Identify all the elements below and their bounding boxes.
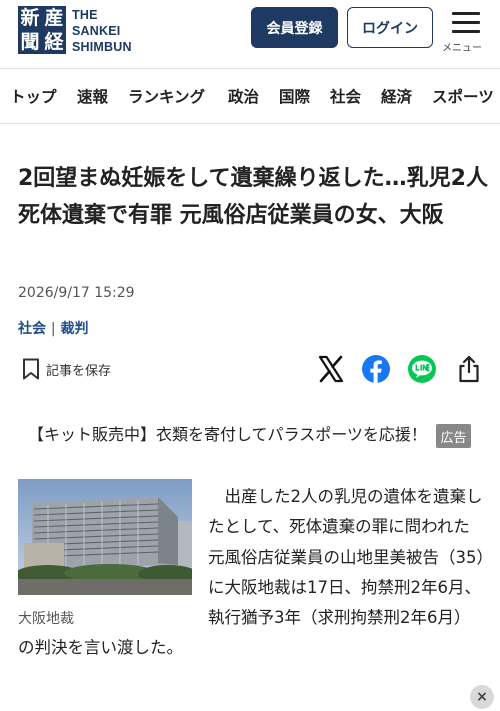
article-categories: 社会 | 裁判 xyxy=(18,318,88,338)
share-facebook-button[interactable] xyxy=(361,354,391,384)
close-ad-button[interactable]: × xyxy=(470,685,494,709)
member-register-button[interactable]: 会員登録 xyxy=(251,7,338,48)
logo-char: 産 xyxy=(44,7,64,29)
nav-item-politics[interactable]: 政治 xyxy=(228,85,259,107)
logo-char: 経 xyxy=(44,31,64,53)
share-generic-button[interactable] xyxy=(454,354,484,384)
category-separator: | xyxy=(50,321,56,337)
article-body: 出産した2人の乳児の遺体を遺棄したとして、死体遺棄の罪に問われた元風俗店従業員の… xyxy=(18,482,486,664)
photo-spacer xyxy=(18,482,208,632)
save-article-label: 記事を保存 xyxy=(46,363,112,379)
hamburger-icon xyxy=(452,12,480,34)
site-header: 新 産 聞 経 THE SANKEI SHIMBUN 会員登録 ログイン メニュ… xyxy=(0,0,500,62)
nav-item-ranking[interactable]: ランキング xyxy=(128,85,205,107)
category-link-court[interactable]: 裁判 xyxy=(60,321,88,337)
x-icon xyxy=(318,355,344,383)
nav-item-society[interactable]: 社会 xyxy=(330,85,361,107)
save-article-button[interactable]: 記事を保存 xyxy=(22,356,111,382)
menu-button[interactable]: メニュー xyxy=(442,8,490,56)
logo-wordmark[interactable]: THE SANKEI SHIMBUN xyxy=(72,7,132,55)
nav-item-top[interactable]: トップ xyxy=(10,85,57,107)
sponsored-link[interactable]: 【キット販売中】衣類を寄付してパラスポーツを応援！ xyxy=(28,422,438,448)
article-title: 2回望まぬ妊娠をして遺棄繰り返した…乳児2人死体遺棄で有罪 元風俗店従業員の女、… xyxy=(18,166,488,228)
share-icon xyxy=(459,355,479,383)
logo-line: SHIMBUN xyxy=(72,40,132,54)
login-button[interactable]: ログイン xyxy=(347,7,433,48)
bookmark-icon xyxy=(23,358,39,380)
nav-item-economy[interactable]: 経済 xyxy=(381,85,412,107)
share-x-button[interactable] xyxy=(316,354,346,384)
facebook-icon xyxy=(362,355,390,383)
category-nav: トップ 速報 ランキング 政治 国際 社会 経済 スポーツ xyxy=(0,68,500,124)
nav-item-international[interactable]: 国際 xyxy=(279,85,310,107)
sankei-logo-mark[interactable]: 新 産 聞 経 xyxy=(18,6,66,54)
nav-item-breaking[interactable]: 速報 xyxy=(77,85,108,107)
category-link-society[interactable]: 社会 xyxy=(18,321,46,337)
share-line-button[interactable] xyxy=(407,354,437,384)
ad-badge: 広告 xyxy=(436,424,471,448)
logo-line: THE xyxy=(72,8,98,22)
logo-line: SANKEI xyxy=(72,24,121,38)
nav-item-sports[interactable]: スポーツ xyxy=(432,85,494,107)
article-date: 2026/9/17 15:29 xyxy=(18,285,135,301)
line-icon xyxy=(408,355,436,383)
menu-label: メニュー xyxy=(442,43,482,54)
logo-char: 新 xyxy=(20,7,40,29)
logo-char: 聞 xyxy=(20,31,40,53)
